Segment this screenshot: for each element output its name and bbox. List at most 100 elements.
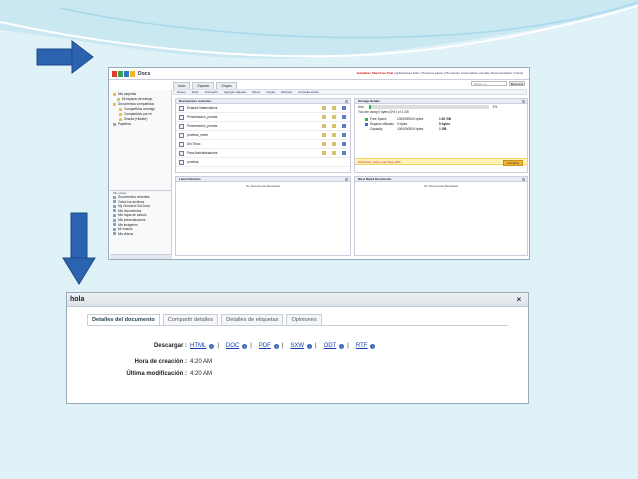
share-icon[interactable] (322, 115, 326, 119)
download-pdf-link[interactable]: PDF (259, 343, 271, 349)
new-button[interactable]: Nuevo (177, 90, 186, 94)
most-rated-panel: Most Rated Documents No Documents Review… (354, 176, 528, 256)
share-icon[interactable] (322, 133, 326, 137)
share-icon[interactable] (322, 106, 326, 110)
list-item[interactable]: Presentación_prueba (176, 113, 350, 122)
docs-link[interactable]: Documentación (491, 71, 512, 75)
download-icon[interactable]: ↓ (242, 343, 248, 349)
download-sxw-link[interactable]: SXW (290, 343, 304, 349)
panel-close-icon[interactable] (345, 178, 348, 181)
view-my-videos[interactable]: Mis videos (113, 232, 150, 237)
download-html-link[interactable]: HTML (190, 343, 206, 349)
download-icon[interactable] (342, 115, 346, 119)
download-doc-link[interactable]: DOC (226, 343, 239, 349)
download-icon[interactable]: ↓ (209, 343, 215, 349)
logo-text: Docs (138, 71, 151, 77)
sidebar-item-trash[interactable]: Papelera (113, 122, 168, 127)
search-input[interactable]: Buscar en (471, 81, 507, 86)
tab-opinions[interactable]: Opiniones (286, 314, 322, 325)
folder-icon[interactable] (332, 142, 336, 146)
zoho-docs-screenshot: Docs Actualiza | Start Free Trial | Apli… (108, 67, 530, 260)
apps-link[interactable]: Aplicaciones Zoho (395, 71, 420, 75)
download-icon[interactable]: ↓ (307, 343, 313, 349)
list-item[interactable]: Enlaces Matemáticos (176, 104, 350, 113)
panel-title: Latest Reviews (176, 177, 350, 182)
recent-docs-panel: Documentos recientes Enlaces Matemáticos… (175, 98, 351, 173)
folder-icon (113, 92, 116, 96)
folder-icon[interactable] (332, 133, 336, 137)
list-item[interactable]: Sin Título (176, 140, 350, 149)
view-icon (113, 227, 116, 231)
free-trial-link[interactable]: Start Free Trial (372, 71, 393, 75)
tab-document-details[interactable]: Detalles del documento (87, 314, 160, 325)
add-tag-button[interactable]: Agregar etiqueta (224, 90, 246, 94)
upgrade-link[interactable]: Actualiza (356, 71, 369, 75)
folder-icon[interactable] (332, 151, 336, 155)
my-account-link[interactable]: Mi cuenta (446, 71, 459, 75)
download-icon[interactable] (342, 151, 346, 155)
list-item[interactable]: Para Administradores (176, 149, 350, 158)
copy-button[interactable]: Copiar (266, 90, 275, 94)
feedback-link[interactable]: Comentarios (461, 71, 478, 75)
share-icon[interactable] (322, 151, 326, 155)
panel-close-icon[interactable] (345, 100, 348, 103)
legend-swatch (365, 117, 368, 121)
share-icon[interactable] (322, 124, 326, 128)
close-icon[interactable]: × (515, 296, 523, 304)
header-wave-decoration (0, 0, 638, 59)
view-icon (113, 204, 116, 208)
top-bar: Docs Actualiza | Start Free Trial | Apli… (109, 68, 529, 80)
latest-reviews-panel: Latest Reviews No Documents Reviewed (175, 176, 351, 256)
panel-close-icon[interactable] (522, 178, 525, 181)
tab-share-details[interactable]: Compartir detalles (162, 314, 219, 325)
download-odt-link[interactable]: ODT (324, 343, 337, 349)
panel-title: Storage Details (355, 99, 527, 104)
download-icon[interactable] (342, 142, 346, 146)
help-link[interactable]: Ayuda (480, 71, 488, 75)
download-row: Descargar : HTML ↓ | DOC ↓ | PDF ↓ | SXW ↓ | ODT… (87, 343, 378, 349)
storage-table: Free Space 1000000000 bytes 1.00 GB Espaci… (365, 117, 527, 132)
view-icon (113, 218, 116, 222)
download-icon[interactable]: ↓ (339, 343, 345, 349)
dialog-tabs: Detalles del documento Compartir detalle… (87, 314, 322, 325)
document-icon (179, 141, 184, 147)
first-steps-link[interactable]: Primeros pasos (422, 71, 443, 75)
upload-button[interactable]: Subir (192, 90, 199, 94)
folder-icon[interactable] (332, 124, 336, 128)
tab-tag-details[interactable]: Detalles de etiquetas (221, 314, 284, 325)
folder-icon (119, 117, 122, 121)
download-icon[interactable] (342, 133, 346, 137)
view-icon (113, 232, 116, 236)
upgrade-button[interactable]: Actualiza (502, 160, 523, 166)
active-query-button[interactable]: Consulta activa (298, 90, 319, 94)
download-rtf-link[interactable]: RTF (356, 343, 368, 349)
folder-icon[interactable] (332, 106, 336, 110)
search-button[interactable]: Búsqueda (509, 81, 525, 86)
modified-row: Última modificación : 4:20 AM (87, 371, 212, 377)
folder-icon (113, 102, 116, 106)
zoho-logo: Docs (112, 70, 150, 78)
view-icon (113, 209, 116, 213)
list-item[interactable]: pruebas (176, 158, 350, 167)
list-item[interactable]: pruebas_sheet (176, 131, 350, 140)
download-icon[interactable] (342, 124, 346, 128)
panel-close-icon[interactable] (522, 100, 525, 103)
sidebar: Mis carpetas Mi espacio de trabajo Docum… (110, 90, 172, 259)
document-icon (179, 105, 184, 111)
dialog-body: Descargar : HTML ↓ | DOC ↓ | PDF ↓ | SXW ↓ | ODT… (87, 326, 508, 403)
move-button[interactable]: Mover (252, 90, 260, 94)
delete-button[interactable]: Eliminar (281, 90, 292, 94)
list-item[interactable]: Presentación_prueba (176, 122, 350, 131)
share-icon[interactable] (322, 142, 326, 146)
signout-link[interactable]: Cerrar (514, 71, 523, 75)
folder-icon[interactable] (332, 115, 336, 119)
download-icon[interactable] (342, 106, 346, 110)
download-icon[interactable]: ↓ (370, 343, 376, 349)
storage-panel: Storage Details Use: 2% You are using 0 … (354, 98, 528, 173)
download-icon[interactable]: ↓ (273, 343, 279, 349)
view-icon (113, 214, 116, 218)
folder-icon (119, 112, 122, 116)
panel-title: Most Rated Documents (355, 177, 527, 182)
trash-icon (113, 122, 116, 126)
share-button[interactable]: Compartir (205, 90, 218, 94)
